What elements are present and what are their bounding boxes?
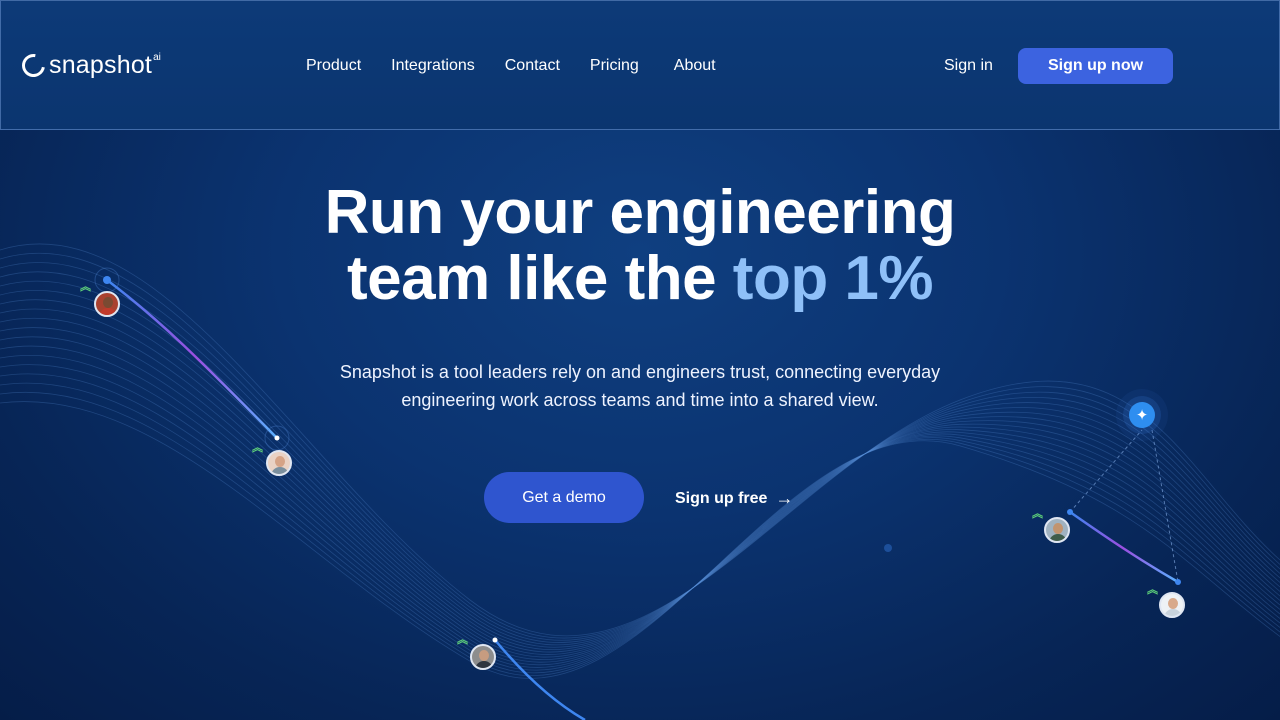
hero-title: Run your engineering team like the top 1… xyxy=(0,180,1280,312)
logo-ring-icon xyxy=(17,49,50,82)
double-chevron-up-icon: ︽ xyxy=(80,281,91,293)
arrow-right-icon: → xyxy=(775,488,794,508)
nav-integrations[interactable]: Integrations xyxy=(391,57,475,75)
hero-subtitle-line2: engineering work across teams and time i… xyxy=(401,390,879,410)
sign-up-free-link[interactable]: Sign up free → xyxy=(675,488,793,509)
avatar-engineer-5 xyxy=(1159,592,1185,618)
top-navbar: snapshot ai Product Integrations Contact… xyxy=(0,0,1280,130)
nav-about[interactable]: About xyxy=(674,57,716,75)
nav-pricing[interactable]: Pricing xyxy=(590,57,639,75)
double-chevron-up-icon: ︽ xyxy=(252,442,263,454)
sign-up-free-label: Sign up free xyxy=(675,489,768,507)
logo-text: snapshot xyxy=(49,51,153,79)
nav-contact[interactable]: Contact xyxy=(505,57,560,75)
double-chevron-up-icon: ︽ xyxy=(457,634,468,646)
hero-title-line2: team like the xyxy=(346,244,733,313)
double-chevron-up-icon: ︽ xyxy=(1147,584,1158,596)
snapshot-logo[interactable]: snapshot ai xyxy=(17,49,161,82)
double-chevron-up-icon: ︽ xyxy=(1032,508,1043,520)
get-a-demo-button[interactable]: Get a demo xyxy=(484,472,644,523)
sparkle-icon: ✦ xyxy=(1129,402,1155,428)
hero-subtitle-line1: Snapshot is a tool leaders rely on and e… xyxy=(339,362,941,382)
avatar-engineer-3 xyxy=(470,644,496,670)
main-nav: Product Integrations Contact Pricing Abo… xyxy=(306,57,746,75)
avatar-engineer-1 xyxy=(94,291,120,317)
nav-product[interactable]: Product xyxy=(306,57,361,75)
sign-up-now-button[interactable]: Sign up now xyxy=(1018,48,1173,84)
hero-subtitle: Snapshot is a tool leaders rely on and e… xyxy=(290,358,990,414)
avatar-engineer-4 xyxy=(1044,517,1070,543)
sign-in-link[interactable]: Sign in xyxy=(944,57,993,75)
hero-title-line1: Run your engineering xyxy=(324,178,956,247)
avatar-engineer-2 xyxy=(266,450,292,476)
logo-suffix: ai xyxy=(153,52,161,63)
hero-title-accent: top 1% xyxy=(732,244,934,313)
